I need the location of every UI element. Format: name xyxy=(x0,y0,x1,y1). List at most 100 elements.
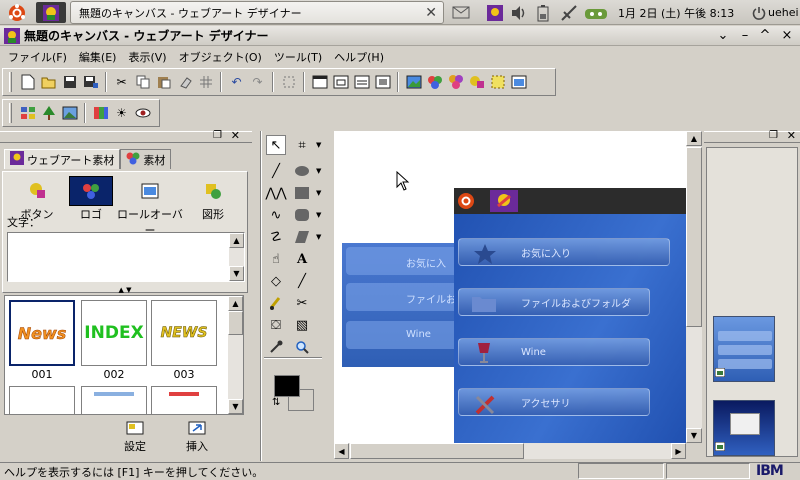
window-view-icon-3[interactable] xyxy=(352,73,371,92)
insert-button[interactable]: 挿入 xyxy=(172,421,222,454)
layers-icon[interactable] xyxy=(18,104,37,123)
menu-tools[interactable]: ツール(T) xyxy=(268,49,328,65)
scroll-thumb[interactable] xyxy=(228,311,243,335)
thumbnail-item[interactable] xyxy=(9,386,75,414)
thumbnail-item[interactable]: INDEX xyxy=(81,300,147,366)
save-icon[interactable] xyxy=(60,73,79,92)
settings-button[interactable]: 設定 xyxy=(110,421,160,454)
category-logo[interactable]: ロゴ xyxy=(61,176,121,222)
text-input-scrollbar[interactable]: ▲ ▼ xyxy=(229,233,244,281)
eraser-tool-icon[interactable]: ◇ xyxy=(266,271,286,291)
undo-icon[interactable]: ↶ xyxy=(227,73,246,92)
freehand-tool-icon[interactable]: ☡ xyxy=(266,227,286,247)
thumbnail-scrollbar[interactable]: ▲ ▼ xyxy=(228,296,243,414)
power-icon[interactable] xyxy=(752,4,766,21)
text-tool-icon[interactable]: A xyxy=(292,249,312,269)
menu-help[interactable]: ヘルプ(H) xyxy=(328,49,390,65)
panel-float-button[interactable]: ❐ xyxy=(213,130,222,141)
clock[interactable]: 1月 2日 (土) 午後 8:13 xyxy=(618,4,734,21)
redo-icon[interactable]: ↷ xyxy=(248,73,267,92)
window-menu-button[interactable]: ⌄ xyxy=(712,26,734,46)
scroll-down-icon[interactable]: ▼ xyxy=(229,266,244,281)
taskbar-window-button[interactable]: 無題のキャンバス - ウェブアート デザイナー ✕ xyxy=(70,1,444,24)
scroll-right-icon[interactable]: ▶ xyxy=(671,443,686,459)
rectangle-tool-icon[interactable] xyxy=(292,183,312,203)
canvas-vertical-scrollbar[interactable]: ▲ ▼ xyxy=(686,131,702,443)
preview-icon[interactable] xyxy=(509,73,528,92)
scroll-up-icon[interactable]: ▲ xyxy=(686,131,702,146)
keyboard-input-icon[interactable] xyxy=(584,4,610,21)
polyline-tool-icon[interactable]: ⋀⋀ xyxy=(265,183,286,203)
app-launcher-icon[interactable] xyxy=(36,2,66,23)
drawing-canvas[interactable]: お気に入 ファイルお Wine お気に入り ファイルおよびフォルダ Wine ア… xyxy=(334,131,686,443)
window-view-icon-4[interactable] xyxy=(373,73,392,92)
scroll-left-icon[interactable]: ◀ xyxy=(334,443,349,459)
category-shapes[interactable]: 図形 xyxy=(183,176,243,222)
category-rollover[interactable]: ロールオーバー xyxy=(115,176,185,238)
line-tool-icon[interactable]: ╱ xyxy=(266,161,286,181)
canvas-ghost-image[interactable]: お気に入 ファイルお Wine xyxy=(342,243,462,367)
select-tool-icon[interactable]: ↖ xyxy=(266,135,286,155)
scroll-down-icon[interactable]: ▼ xyxy=(686,428,702,443)
copy-icon[interactable] xyxy=(133,73,152,92)
menu-object[interactable]: オブジェクト(O) xyxy=(173,49,268,65)
text-input[interactable]: ▲ ▼ xyxy=(7,232,245,282)
close-window-button[interactable]: × xyxy=(776,26,798,46)
new-file-icon[interactable] xyxy=(18,73,37,92)
thumbnail-item[interactable]: News xyxy=(9,300,75,366)
scroll-thumb[interactable] xyxy=(350,443,524,459)
tab-materials[interactable]: 素材 xyxy=(120,149,172,169)
crop-tool-icon[interactable]: ✂ xyxy=(292,293,312,313)
canvas-horizontal-scrollbar[interactable]: ◀ ▶ xyxy=(334,443,686,459)
battery-icon[interactable] xyxy=(536,4,550,21)
app-status-icon[interactable] xyxy=(486,4,504,21)
shapes-icon[interactable] xyxy=(446,73,465,92)
tab-webart-materials[interactable]: ウェブアート素材 xyxy=(4,149,121,169)
fill-tool-icon[interactable]: ⛋ xyxy=(266,315,286,335)
foreground-color-swatch[interactable] xyxy=(274,375,300,397)
swap-colors-icon[interactable]: ⇅ xyxy=(272,397,280,408)
scroll-down-icon[interactable]: ▼ xyxy=(228,399,243,414)
menu-edit[interactable]: 編集(E) xyxy=(73,49,123,65)
thumbnail-item[interactable]: NEWS xyxy=(151,300,217,366)
panel-close-button[interactable]: ✕ xyxy=(231,129,240,142)
node-edit-tool-icon[interactable]: ⌗ xyxy=(292,135,312,155)
thumbnail-item[interactable] xyxy=(151,386,217,414)
photo-icon[interactable] xyxy=(60,104,79,123)
toolbar-grip[interactable] xyxy=(9,72,12,92)
panel-close-button[interactable]: ✕ xyxy=(787,129,796,142)
polygon-tool-icon[interactable] xyxy=(292,227,312,247)
minimize-button[interactable]: – xyxy=(734,26,756,46)
page-thumbnail[interactable] xyxy=(713,316,775,382)
color-palette-icon[interactable] xyxy=(91,104,110,123)
knife-tool-icon[interactable]: ╱ xyxy=(292,271,312,291)
page-thumbnail[interactable] xyxy=(713,400,775,456)
maximize-button[interactable]: ^ xyxy=(754,26,776,46)
eyedropper-tool-icon[interactable] xyxy=(266,337,286,357)
thumbnail-item[interactable] xyxy=(81,386,147,414)
tree-icon[interactable] xyxy=(39,104,58,123)
cut-icon[interactable]: ✂ xyxy=(112,73,131,92)
zoom-tool-icon[interactable] xyxy=(292,337,312,357)
menu-view[interactable]: 表示(V) xyxy=(122,49,172,65)
window-titlebar[interactable]: 無題のキャンバス - ウェブアート デザイナー ⌄ – ^ × xyxy=(0,26,800,46)
window-view-icon-2[interactable] xyxy=(331,73,350,92)
user-name[interactable]: uehei xyxy=(768,4,799,21)
network-icon[interactable] xyxy=(560,4,578,21)
erase-icon[interactable] xyxy=(175,73,194,92)
menu-file[interactable]: ファイル(F) xyxy=(2,49,73,65)
window-view-icon-1[interactable] xyxy=(310,73,329,92)
canvas-pasted-image[interactable]: お気に入り ファイルおよびフォルダ Wine アクセサリ xyxy=(454,188,686,443)
clipart-icon[interactable] xyxy=(425,73,444,92)
scroll-up-icon[interactable]: ▲ xyxy=(229,233,244,248)
close-icon[interactable]: ✕ xyxy=(425,5,437,21)
rounded-rect-tool-icon[interactable] xyxy=(292,205,312,225)
panel-float-button[interactable]: ❐ xyxy=(769,130,778,141)
splitter[interactable]: ▲ ▼ xyxy=(2,287,248,294)
curve-tool-icon[interactable]: ∿ xyxy=(266,205,286,225)
frame-icon[interactable] xyxy=(488,73,507,92)
scroll-up-icon[interactable]: ▲ xyxy=(228,296,243,311)
transform-icon[interactable] xyxy=(279,73,298,92)
paste-icon[interactable] xyxy=(154,73,173,92)
button-parts-icon[interactable] xyxy=(467,73,486,92)
